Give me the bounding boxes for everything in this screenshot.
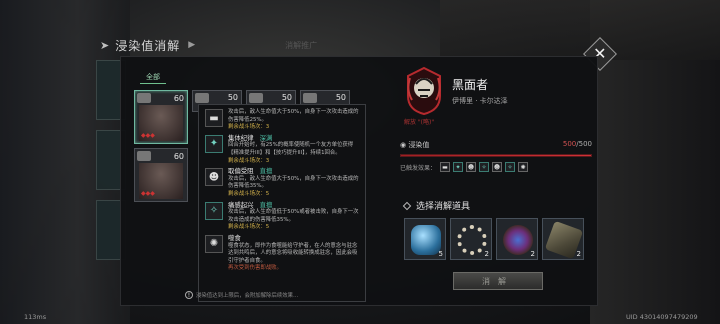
- effect-badge-icon[interactable]: ☻: [466, 162, 477, 172]
- dissolve-item[interactable]: 5: [404, 218, 446, 260]
- effect-grade: 直擅: [259, 200, 273, 209]
- info-icon: !: [185, 291, 193, 299]
- dissolve-item[interactable]: 2: [450, 218, 492, 260]
- triggered-effects: 已触发效果： ▬ ✦ ☻ ✧ ☻ ✧ ✺: [400, 162, 531, 172]
- back-arrow-icon[interactable]: ➤: [100, 39, 109, 52]
- item-count: 2: [530, 250, 535, 258]
- effect-desc: 攻击后，敌人生命值大于50%，自身下一次攻击造成的伤害降低35%。: [228, 175, 359, 190]
- taint-max: /500: [576, 140, 592, 148]
- rank-gems-icon: ◆◆◆: [141, 132, 155, 139]
- faction-emblem-icon: [407, 66, 441, 116]
- rank-gems-icon: ◆◆◆: [141, 190, 155, 197]
- taint-value: 500/500: [563, 140, 592, 150]
- tab-all[interactable]: 全部: [140, 70, 166, 84]
- slot-count: 60: [173, 152, 184, 161]
- effect-name: 痛感起兴: [228, 200, 254, 209]
- diamond-icon: [402, 201, 412, 210]
- items-section-title: 选择消解道具: [402, 199, 471, 212]
- class-icon: [137, 93, 151, 103]
- crystal-vial-icon: [411, 225, 441, 255]
- effects-tooltip: ▬ 攻击后，敌人生命值大于50%，自身下一次攻击造成的伤害降低25%。 剩余战斗…: [185, 104, 366, 302]
- effect-desc: 噬食状态，即作为食噬能给守护者，在人的意念与驻念达到共鸣后，人的意念将吸收能转换…: [228, 242, 358, 264]
- character-slot[interactable]: 60 ◆◆◆: [134, 148, 188, 202]
- effect-badge-icon[interactable]: ✧: [505, 162, 516, 172]
- character-name: 黑面者: [452, 78, 489, 92]
- slot-count: 50: [335, 93, 346, 102]
- user-id: UID 43014097479209: [626, 313, 698, 321]
- effect-hint: 再次受到伤害即战败。: [228, 265, 282, 272]
- item-count: 2: [484, 250, 489, 258]
- class-icon: [195, 93, 209, 103]
- effect-grade: 深渊: [259, 133, 273, 142]
- effect-name: 集体纪律: [228, 133, 254, 142]
- effect-desc: 攻击后，敌人生命值大于50%，自身下一次攻击造成的伤害降低25%。: [228, 109, 359, 123]
- effect-icon: ☻: [205, 168, 223, 187]
- play-arrow-icon: ▶: [188, 40, 196, 50]
- dissolve-item[interactable]: 2: [496, 218, 538, 260]
- slot-count: 50: [227, 93, 238, 102]
- effect-entry: ✦ 集体纪律 深渊 回合开始时，有25%的概率使随机一个友方单位获得【精准提升II…: [205, 133, 359, 165]
- effect-icon: ▬: [205, 109, 223, 127]
- tooltip-footer-text: 浸染值达到上限后，会附加解除后续效果…: [196, 293, 299, 299]
- item-count: 2: [576, 250, 581, 258]
- effect-remain: 剩余战斗场次：5: [228, 224, 270, 231]
- effect-remain: 剩余战斗场次：5: [228, 190, 270, 197]
- item-count: 5: [438, 250, 443, 258]
- taint-bar: [400, 154, 592, 157]
- effect-badge-icon[interactable]: ▬: [440, 162, 451, 172]
- effect-icon: ✦: [205, 134, 223, 153]
- taint-section: ◉ 浸染值 500/500: [400, 140, 592, 157]
- dissolve-item[interactable]: 2: [542, 218, 584, 260]
- character-subtitle: 伊博里 · 卡尔达泽: [452, 97, 508, 105]
- effect-icon: ✧: [205, 201, 223, 220]
- effect-entry: ☻ 取偏受阻 直擅 攻击后，敌人生命值大于50%，自身下一次攻击造成的伤害降低35…: [205, 167, 359, 198]
- taint-current: 500: [562, 140, 577, 148]
- effect-name: 取偏受阻: [228, 167, 254, 176]
- tooltip-footer: ! 浸染值达到上限后，会附加解除后续效果…: [185, 291, 298, 299]
- tooth-necklace-icon: [457, 225, 487, 255]
- items-title-text: 选择消解道具: [416, 202, 471, 212]
- effect-badge-icon[interactable]: ☻: [492, 162, 503, 172]
- effect-entry: ▬ 攻击后，敌人生命值大于50%，自身下一次攻击造成的伤害降低25%。 剩余战斗…: [205, 109, 359, 132]
- effect-entry: ✧ 痛感起兴 直擅 攻击后，敌人生命值低于50%或者被击败，自身下一次攻击造成的伤…: [205, 200, 359, 232]
- dissolve-button[interactable]: 消解: [453, 272, 543, 290]
- faint-label: 消解推广: [285, 40, 318, 50]
- effect-entry: ✺ 噬食 噬食状态，即作为食噬能给守护者，在人的意念与驻念达到共鸣后，人的意念将…: [205, 233, 359, 273]
- taint-label: ◉ 浸染值: [400, 140, 429, 150]
- class-icon: [303, 93, 317, 103]
- effects-label: 已触发效果：: [400, 164, 437, 172]
- slot-count: 50: [281, 93, 292, 102]
- taint-label-text: 浸染值: [408, 141, 430, 149]
- latency-readout: 113ms: [24, 313, 47, 321]
- effect-badge-icon[interactable]: ✧: [479, 162, 490, 172]
- effect-icon: ✺: [205, 234, 223, 253]
- window-title-bar: ➤ 浸染值消解 ▶ 消解推广: [100, 36, 620, 54]
- amulet-icon: [503, 225, 533, 255]
- effect-remain: 剩余战斗场次：3: [228, 157, 270, 164]
- emblem-label: 解放 "(略)": [404, 119, 435, 126]
- effect-name: 噬食: [228, 233, 241, 242]
- game-screen: ➤ 浸染值消解 ▶ 消解推广 ✕ 全部 60 ◆◆◆ 50 50 50 60 ◆…: [0, 0, 720, 324]
- effect-grade: 直擅: [259, 167, 273, 176]
- class-icon: [249, 93, 263, 103]
- effect-badge-icon[interactable]: ✺: [518, 162, 529, 172]
- slot-count: 60: [173, 94, 184, 103]
- class-icon: [137, 151, 151, 161]
- effect-badge-icon[interactable]: ✦: [453, 162, 464, 172]
- taint-bar-fill: [401, 155, 591, 156]
- effect-desc: 回合开始时，有25%的概率使随机一个友方单位获得【精准提升III】和【技巧提升I…: [228, 142, 354, 156]
- window-title: 浸染值消解: [115, 38, 181, 53]
- character-slot[interactable]: 60 ◆◆◆: [134, 90, 188, 144]
- effect-desc: 攻击后，敌人生命值低于50%或者被击败，自身下一次攻击造成的伤害降低35%。: [228, 209, 359, 223]
- effect-remain: 剩余战斗场次：3: [228, 124, 270, 131]
